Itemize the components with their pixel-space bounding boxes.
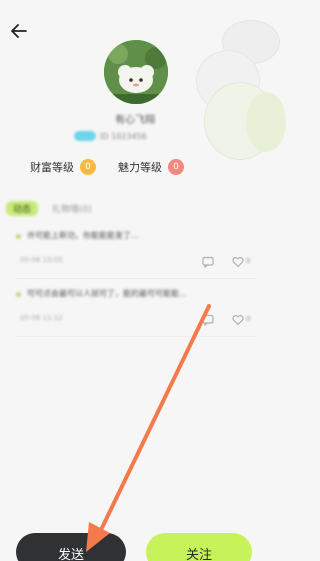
charm-level-label: 魅力等级 (118, 161, 162, 174)
like-count: 0 (246, 257, 251, 265)
arrow-left-icon (11, 24, 27, 38)
like-icon[interactable] (232, 314, 244, 326)
post-title: 可可点会最可以人就可了，能的最可可能能... (27, 289, 187, 298)
post-title: 许可能上新功，你能能能发了... (27, 231, 139, 240)
follow-button[interactable]: 关注 (146, 533, 252, 561)
tab-gift-wall[interactable]: 礼物墙(0) (52, 202, 92, 215)
avatar-image (104, 40, 168, 104)
wealth-level-label: 财富等级 (30, 161, 74, 174)
post-date: 05-06 13:05 (20, 256, 63, 264)
avatar[interactable] (104, 40, 168, 104)
like-icon[interactable] (232, 256, 244, 268)
comment-icon[interactable] (202, 256, 214, 268)
bullet-dot (16, 234, 21, 239)
post-item[interactable]: 可可点会最可以人就可了，能的最可可能能... 05-06 11:12 0 (16, 288, 256, 337)
id-badge (74, 131, 96, 141)
tab-posts[interactable]: 动态 (6, 200, 39, 216)
back-button[interactable] (8, 20, 30, 42)
like-count: 0 (246, 315, 251, 323)
comment-icon[interactable] (202, 314, 214, 326)
profile-tabs: 动态 礼物墙(0) (6, 200, 92, 216)
bullet-dot (16, 292, 21, 297)
post-date: 05-06 11:12 (20, 314, 63, 322)
user-id-row: ID 1023456 (74, 130, 147, 142)
divider (16, 336, 256, 337)
level-row: 财富等级 0 魅力等级 0 (30, 158, 184, 176)
user-id: ID 1023456 (100, 131, 147, 141)
nickname: 有心飞翔 (115, 115, 155, 126)
post-item[interactable]: 许可能上新功，你能能能发了... 05-06 13:05 0 (16, 230, 256, 279)
divider (16, 278, 256, 279)
charm-level-badge: 0 (168, 159, 184, 175)
wealth-level-badge: 0 (80, 159, 96, 175)
send-button[interactable]: 发送 (16, 533, 126, 561)
